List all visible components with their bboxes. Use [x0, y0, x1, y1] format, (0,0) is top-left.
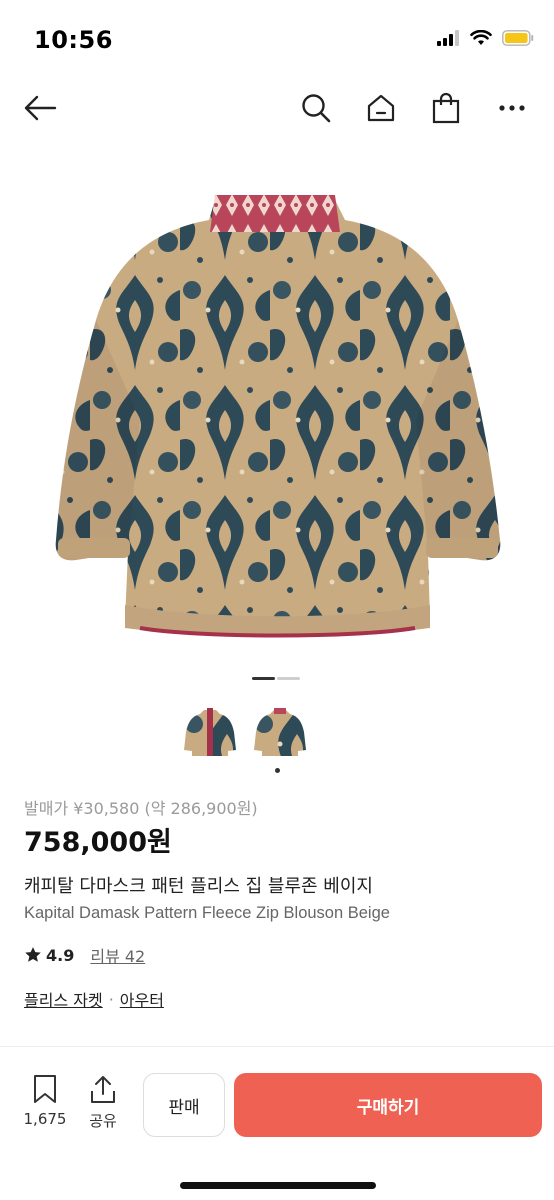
battery-icon [502, 30, 534, 46]
home-icon [367, 94, 395, 122]
rating-row: 4.9 리뷰 42 [24, 943, 145, 967]
signal-icon [437, 30, 459, 46]
share-button[interactable]: 공유 [80, 1074, 126, 1131]
review-link[interactable]: 리뷰 42 [90, 943, 145, 967]
back-arrow-icon [24, 95, 57, 121]
bottom-action-bar: 1,675 공유 판매 구매하기 [0, 1060, 554, 1160]
search-button[interactable] [296, 88, 336, 128]
home-button[interactable] [361, 88, 401, 128]
share-icon [91, 1076, 115, 1103]
category-link-outer[interactable]: 아우터 [120, 987, 164, 1011]
thumbnail-front[interactable] [182, 704, 238, 760]
product-image-carousel[interactable] [0, 160, 554, 660]
bookmark-icon [34, 1075, 56, 1103]
release-price: 발매가 ¥30,580 (약 286,900원) [24, 799, 258, 818]
status-bar: 10:56 [0, 0, 554, 80]
pager-dot [277, 677, 300, 680]
star-icon [25, 947, 41, 962]
sell-button[interactable]: 판매 [143, 1073, 225, 1137]
product-image [55, 195, 501, 638]
carousel-pager [252, 677, 300, 680]
product-title-english: Kapital Damask Pattern Fleece Zip Blouso… [24, 904, 390, 922]
back-button[interactable] [20, 88, 60, 128]
rating-value: 4.9 [46, 945, 75, 965]
thumbnail-image [184, 708, 236, 756]
category-row: 플리스 자켓 · 아우터 [24, 987, 164, 1011]
bookmark-count: 1,675 [23, 1110, 67, 1128]
shopping-bag-icon [432, 92, 460, 124]
divider [0, 1046, 554, 1047]
wifi-icon [470, 30, 492, 45]
category-link-fleece-jacket[interactable]: 플리스 자켓 [24, 987, 103, 1011]
thumbnail-back[interactable] [252, 704, 308, 760]
nav-bar [0, 80, 554, 136]
share-label: 공유 [89, 1112, 117, 1130]
buy-button[interactable]: 구매하기 [234, 1073, 542, 1137]
bookmark-button[interactable]: 1,675 [18, 1074, 72, 1128]
product-title-korean: 캐피탈 다마스크 패턴 플리스 집 블루존 베이지 [24, 876, 373, 897]
cart-button[interactable] [426, 88, 466, 128]
more-button[interactable] [492, 88, 532, 128]
more-icon [499, 105, 525, 111]
thumbnail-image [254, 708, 306, 756]
home-indicator [180, 1182, 376, 1189]
pager-dot-active [252, 677, 275, 680]
thumbnail-strip [182, 704, 308, 760]
thumbnail-selected-dot [275, 768, 280, 773]
status-icons [436, 30, 534, 46]
price: 758,000원 [24, 827, 172, 858]
search-icon [302, 94, 331, 123]
category-separator: · [108, 989, 114, 1009]
status-time: 10:56 [34, 26, 113, 54]
